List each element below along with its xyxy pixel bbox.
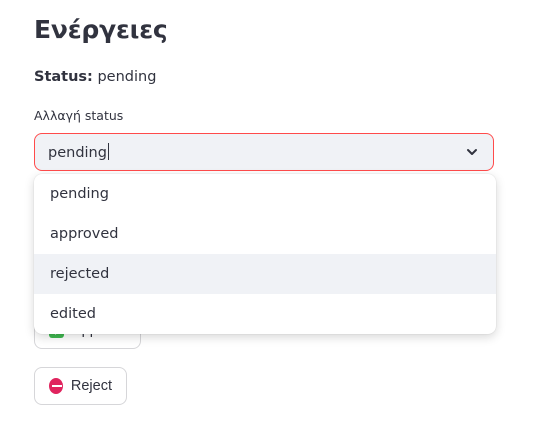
chevron-down-icon[interactable] (465, 145, 479, 159)
status-select-value: pending (48, 145, 107, 161)
dropdown-option-rejected[interactable]: rejected (34, 254, 496, 294)
status-line: Status: pending (34, 66, 156, 88)
no-entry-icon (49, 378, 63, 394)
status-select[interactable]: pending (34, 133, 494, 171)
page-title: Ενέργειες (34, 15, 168, 44)
reject-button[interactable]: Reject (34, 367, 127, 405)
status-label: Status: (34, 69, 93, 85)
dropdown-option-edited[interactable]: edited (34, 294, 496, 334)
status-select-input[interactable]: pending (48, 143, 109, 162)
status-select-label: Αλλαγή status (34, 108, 124, 123)
text-caret (107, 143, 109, 160)
dropdown-option-approved[interactable]: approved (34, 214, 496, 254)
dropdown-option-pending[interactable]: pending (34, 174, 496, 214)
reject-button-label: Reject (70, 378, 112, 394)
status-dropdown-menu: pending approved rejected edited (34, 174, 496, 334)
status-value: pending (97, 69, 157, 85)
